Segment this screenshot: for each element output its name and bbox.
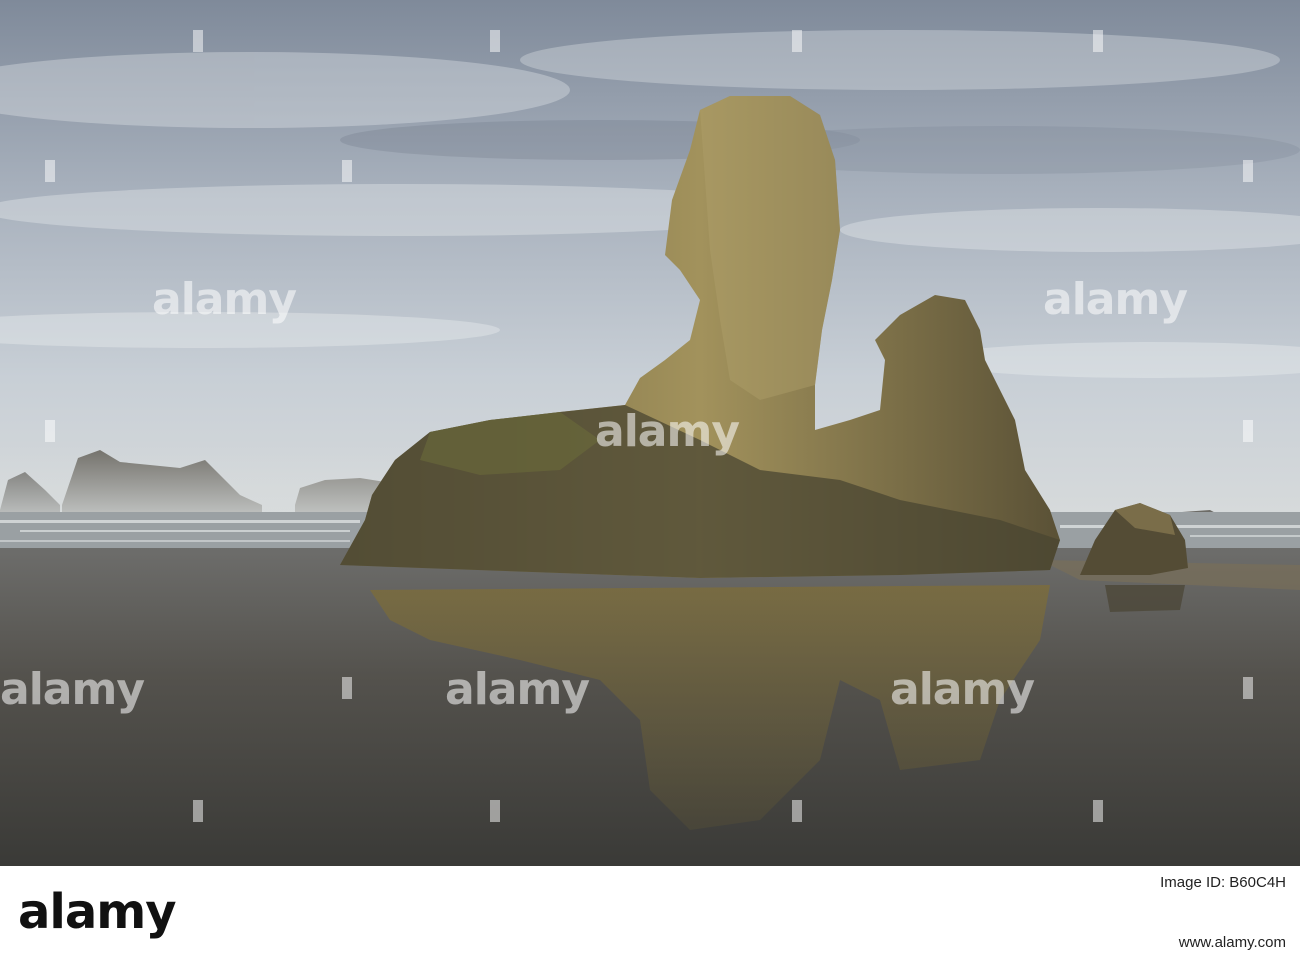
watermark-mark <box>1243 160 1253 182</box>
watermark-mark <box>490 30 500 52</box>
site-url: www.alamy.com <box>1178 934 1286 951</box>
watermark-text: alamy <box>0 664 145 715</box>
beach-photo: alamy alamy alamy alamy alamy alamy <box>0 0 1300 866</box>
watermark-mark <box>792 800 802 822</box>
watermark-text: alamy <box>152 274 297 325</box>
watermark-mark <box>1243 677 1253 699</box>
watermark-mark <box>45 420 55 442</box>
footer-bar: alamy Image ID: B60C4H www.alamy.com <box>0 866 1300 956</box>
watermark-mark <box>193 800 203 822</box>
watermark-text: alamy <box>445 664 590 715</box>
watermark-mark <box>490 800 500 822</box>
watermark-mark <box>45 160 55 182</box>
watermark-mark <box>1093 800 1103 822</box>
watermark-mark <box>342 160 352 182</box>
alamy-logo: alamy <box>18 884 177 940</box>
watermark-text: alamy <box>1043 274 1188 325</box>
watermark-mark <box>1093 30 1103 52</box>
watermark-mark <box>792 30 802 52</box>
watermark-mark <box>342 677 352 699</box>
watermark-mark <box>193 30 203 52</box>
image-id-label: Image ID: B60C4H <box>1160 874 1286 891</box>
watermark-text: alamy <box>595 406 740 457</box>
watermark-text: alamy <box>890 664 1035 715</box>
watermark-mark <box>1243 420 1253 442</box>
